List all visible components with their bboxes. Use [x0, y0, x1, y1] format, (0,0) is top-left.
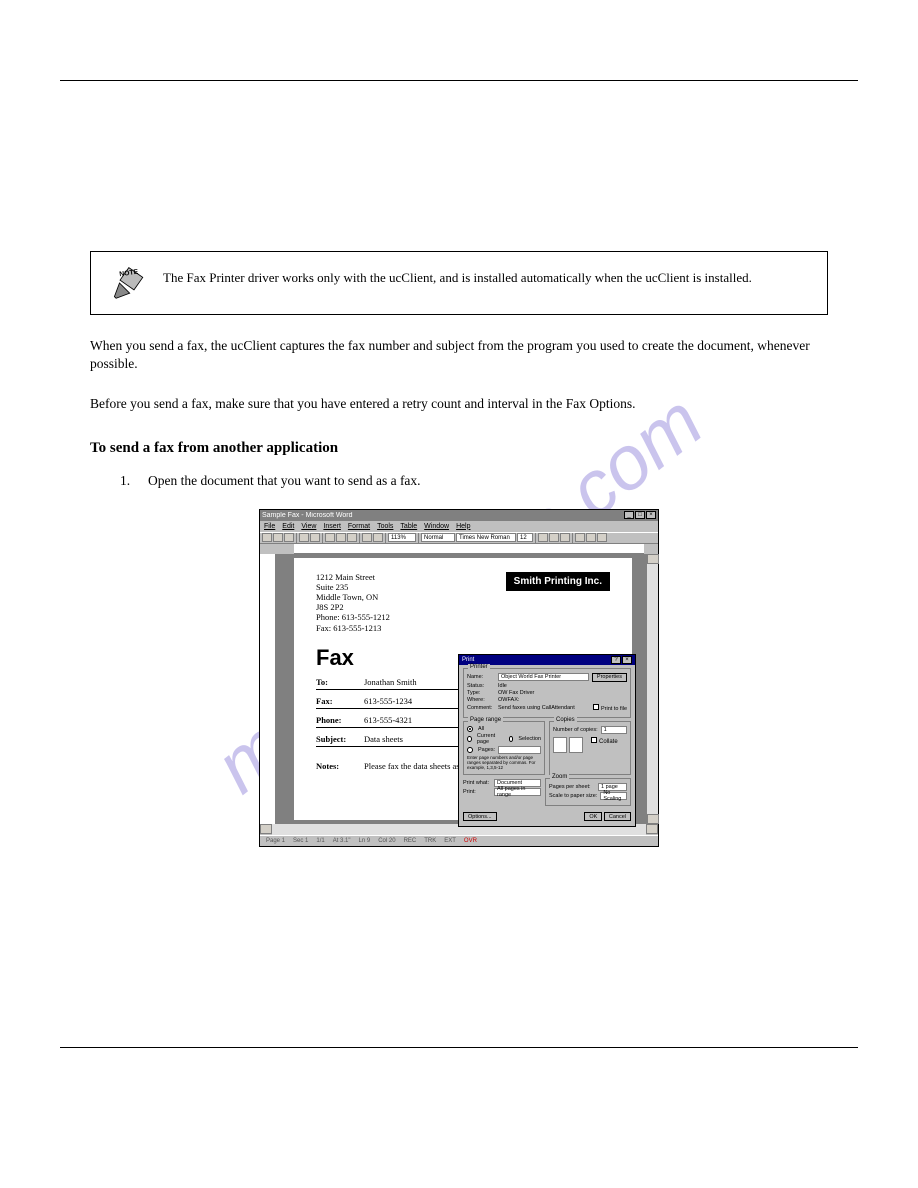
range-all-radio[interactable]: [467, 726, 473, 732]
pages-input[interactable]: [498, 746, 541, 754]
range-pages-radio[interactable]: [467, 747, 473, 753]
print-to-file-check[interactable]: [593, 704, 599, 710]
step-number: 1.: [120, 473, 148, 489]
scroll-down-arrow[interactable]: [647, 814, 659, 824]
size-combo[interactable]: 12: [517, 533, 533, 542]
menu-help[interactable]: Help: [456, 523, 470, 530]
tb-align-left[interactable]: [575, 533, 585, 542]
tb-redo[interactable]: [373, 533, 383, 542]
section-heading: To send a fax from another application: [90, 440, 828, 457]
properties-button[interactable]: Properties: [592, 673, 627, 682]
tb-open[interactable]: [273, 533, 283, 542]
range-current-radio[interactable]: [467, 736, 472, 742]
tb-save[interactable]: [284, 533, 294, 542]
maximize-button[interactable]: □: [635, 511, 645, 519]
print-range-combo[interactable]: All pages in range: [494, 788, 541, 796]
paragraph-1: When you send a fax, the ucClient captur…: [90, 337, 828, 373]
manual-page: manualshive.com NOTE The Fax Printer dri…: [0, 0, 918, 1188]
word-titlebar: Sample Fax - Microsoft Word _ □ ×: [260, 510, 658, 521]
scroll-left-arrow[interactable]: [260, 824, 272, 834]
top-rule: [60, 80, 858, 81]
zoom-combo[interactable]: 113%: [388, 533, 416, 542]
font-combo[interactable]: Times New Roman: [456, 533, 516, 542]
menu-file[interactable]: File: [264, 523, 275, 530]
tb-paste[interactable]: [347, 533, 357, 542]
window-buttons: _ □ ×: [624, 511, 656, 519]
document-page: 1212 Main Street Suite 235 Middle Town, …: [294, 558, 632, 820]
horizontal-ruler: [294, 544, 644, 554]
copies-group: Copies Number of copies:1 Collate: [549, 721, 631, 776]
collate-preview-icon: [553, 737, 567, 753]
range-hint: Enter page numbers and/or page ranges se…: [467, 756, 541, 771]
close-button[interactable]: ×: [646, 511, 656, 519]
document-area: 1212 Main Street Suite 235 Middle Town, …: [260, 554, 658, 824]
vertical-ruler: [260, 554, 276, 824]
printer-name-combo[interactable]: Object World Fax Printer: [498, 673, 589, 681]
page-range-group: Page range All Current page Selection Pa…: [463, 721, 545, 776]
menu-format[interactable]: Format: [348, 523, 370, 530]
word-statusbar: Page 1 Sec 1 1/1 At 3.1" Ln 9 Col 20 REC…: [260, 835, 658, 846]
menu-table[interactable]: Table: [400, 523, 417, 530]
tb-italic[interactable]: [549, 533, 559, 542]
note-callout: NOTE The Fax Printer driver works only w…: [90, 251, 828, 315]
ok-button[interactable]: OK: [584, 812, 602, 821]
tb-underline[interactable]: [560, 533, 570, 542]
tb-new[interactable]: [262, 533, 272, 542]
tb-align-center[interactable]: [586, 533, 596, 542]
options-button[interactable]: Options...: [463, 812, 497, 821]
copies-spinner[interactable]: 1: [601, 726, 627, 734]
bottom-rule: [60, 1047, 858, 1048]
note-text: The Fax Printer driver works only with t…: [163, 266, 752, 287]
tb-bold[interactable]: [538, 533, 548, 542]
note-pencil-icon: NOTE: [111, 266, 145, 300]
tb-undo[interactable]: [362, 533, 372, 542]
print-help-button[interactable]: ?: [611, 656, 621, 664]
step-1: 1.Open the document that you want to sen…: [120, 473, 828, 489]
paragraph-2: Before you send a fax, make sure that yo…: [90, 395, 828, 413]
menu-edit[interactable]: Edit: [282, 523, 294, 530]
range-selection-radio[interactable]: [509, 736, 514, 742]
word-screenshot: Sample Fax - Microsoft Word _ □ × File E…: [259, 509, 659, 847]
zoom-group: Zoom Pages per sheet:1 page Scale to pap…: [545, 778, 631, 806]
sender-address: 1212 Main Street Suite 235 Middle Town, …: [316, 572, 390, 633]
tb-print[interactable]: [299, 533, 309, 542]
vertical-scrollbar[interactable]: [646, 554, 658, 824]
scroll-right-arrow[interactable]: [646, 824, 658, 834]
collate-check[interactable]: [591, 737, 597, 743]
style-combo[interactable]: Normal: [421, 533, 455, 542]
printer-group: Printer Name:Object World Fax PrinterPro…: [463, 668, 631, 718]
company-logo: Smith Printing Inc.: [506, 572, 610, 591]
tb-cut[interactable]: [325, 533, 335, 542]
menu-window[interactable]: Window: [424, 523, 449, 530]
cancel-button[interactable]: Cancel: [604, 812, 631, 821]
print-close-button[interactable]: ×: [622, 656, 632, 664]
step-text: Open the document that you want to send …: [148, 473, 421, 488]
tb-align-right[interactable]: [597, 533, 607, 542]
window-title: Sample Fax - Microsoft Word: [262, 512, 353, 519]
menu-tools[interactable]: Tools: [377, 523, 393, 530]
print-dialog-title: Print: [462, 657, 474, 663]
scroll-up-arrow[interactable]: [647, 554, 659, 564]
menu-view[interactable]: View: [301, 523, 316, 530]
tb-copy[interactable]: [336, 533, 346, 542]
menu-insert[interactable]: Insert: [323, 523, 341, 530]
minimize-button[interactable]: _: [624, 511, 634, 519]
print-dialog: Print ?× Printer Name:Object World Fax P…: [458, 654, 636, 828]
scale-combo[interactable]: No Scaling: [600, 792, 627, 800]
tb-preview[interactable]: [310, 533, 320, 542]
word-toolbar: 113% Normal Times New Roman 12: [260, 532, 658, 544]
word-menubar: File Edit View Insert Format Tools Table…: [260, 521, 658, 532]
